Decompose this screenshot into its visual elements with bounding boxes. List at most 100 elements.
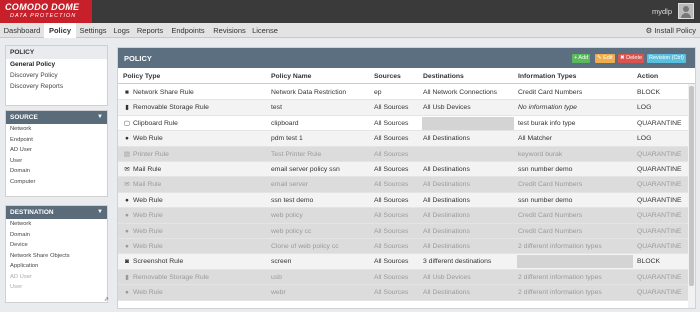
usb-icon: ▮ [125,104,129,112]
tab-license[interactable]: License [250,23,280,38]
sidebar-item-policy-discovery-reports[interactable]: Discovery Reports [6,81,107,92]
sidebar-item-source-network[interactable]: Network [6,124,107,135]
clipboard-icon: ▢ [123,119,131,127]
table-row[interactable]: ● Web Rule Clone of web policy cc All Sourc… [118,239,688,255]
avatar[interactable] [678,3,694,19]
policy-name-cell: webr [271,289,286,297]
policy-type-cell: ▤ Printer Rule [123,147,269,162]
information-types-cell: 2 different information types [518,289,602,297]
sidebar-item-policy-general-policy[interactable]: General Policy [6,59,107,70]
policy-type-text: Web Rule [133,289,163,297]
table-row[interactable]: ● Web Rule pdm test 1 All Sources All Destin… [118,131,688,147]
brand-tagline: DATA PROTECTION [10,13,77,19]
table-row[interactable]: ✉ Mail Rule email server policy ssn All Sou… [118,162,688,178]
tab-revisions[interactable]: Revisions [209,23,250,38]
mail-icon: ✉ [124,166,130,173]
table-row[interactable]: ▤ Printer Rule Test Printer Rule All Source… [118,146,688,162]
table-row[interactable]: ✉ Mail Rule email server All Sources All Des… [118,177,688,193]
sidebar-item-policy-discovery-policy[interactable]: Discovery Policy [6,70,107,81]
policy-type-text: Web Rule [133,135,163,143]
sources-cell: All Sources [374,104,409,112]
sidebar-item-destination-application[interactable]: Application [6,261,107,272]
policy-name-cell: email server policy ssn [271,166,340,173]
revision-button[interactable]: Revision (Ctrl) [647,54,686,63]
tab-dashboard[interactable]: Dashboard [0,23,44,38]
policy-type-cell: ● Web Rule [123,208,269,223]
sidebar-item-source-computer[interactable]: Computer [6,177,107,188]
sidebar-item-destination-ad-user[interactable]: AD User [6,272,107,283]
top-bar: COMODO DOME DATA PROTECTION mydlp [0,0,700,23]
tab-reports[interactable]: Reports [133,23,167,38]
policy-name-cell: Test Printer Rule [271,150,322,158]
policy-type-text: Web Rule [133,243,163,250]
destinations-cell-empty [422,116,514,130]
destinations-cell: All Network Connections [423,89,498,96]
column-header-destinations[interactable]: Destinations [423,73,464,80]
sources-cell: All Sources [374,150,409,158]
gear-icon: ⚙ [645,26,653,35]
sidebar-item-source-domain[interactable]: Domain [6,166,107,177]
globe-icon: ● [125,212,129,220]
action-cell: QUARANTINE [637,289,682,297]
sidebar-item-destination-device[interactable]: Device [6,240,107,251]
install-policy-button[interactable]: ⚙ Install Policy [646,23,696,38]
policy-type-cell: ● Web Rule [123,224,269,239]
table-row[interactable]: ● Web Rule webr All Sources All Destinations… [118,285,688,301]
table-row[interactable]: ● Web Rule web policy cc All Sources All Des… [118,223,688,239]
table-row[interactable]: ◙ Screenshot Rule screen All Sources 3 diffe… [118,254,688,270]
sidebar-item-source-endpoint[interactable]: Endpoint [6,135,107,146]
mail-icon: ✉ [124,181,130,189]
source-panel-header[interactable]: SOURCE ▼ [6,111,107,124]
destinations-cell: All Destinations [423,243,470,250]
table-row[interactable]: ● Web Rule ssn test demo All Sources All Des… [118,192,688,209]
policy-type-text: Removable Storage Rule [133,273,209,281]
policy-table-panel: POLICY + Add ✎ Edit ✖ Delete Revision (C… [117,47,696,309]
tab-policy[interactable]: Policy [44,23,76,38]
brand-logo[interactable]: COMODO DOME DATA PROTECTION [0,0,92,23]
sidebar-item-destination-user[interactable]: User [6,282,107,293]
policy-type-cell: ▮ Removable Storage Rule [123,100,269,115]
tab-logs[interactable]: Logs [110,23,133,38]
sources-cell: All Sources [374,212,409,220]
chevron-down-icon[interactable]: ▼ [97,111,103,124]
action-cell: QUARANTINE [637,119,682,127]
resize-handle-icon[interactable]: ⇗ [104,296,109,303]
column-header-action[interactable]: Action [637,73,658,80]
sidebar-item-destination-network[interactable]: Network [6,219,107,230]
usb-icon: ▮ [125,273,129,281]
user-name[interactable]: mydlp [652,7,672,16]
edit-button[interactable]: ✎ Edit [595,54,615,63]
table-row[interactable]: ▮ Removable Storage Rule test All Sources Al… [118,100,688,116]
sources-cell: All Sources [374,273,409,281]
column-header-policy-type[interactable]: Policy Type [123,73,160,80]
table-row[interactable]: ● Web Rule web policy All Sources All Destin… [118,208,688,224]
destination-panel-header[interactable]: DESTINATION ▼ [6,206,107,219]
tab-endpoints[interactable]: Endpoints [167,23,209,38]
sidebar-item-destination-domain[interactable]: Domain [6,230,107,241]
information-types-cell: Credit Card Numbers [518,181,583,189]
table-row[interactable]: ▢ Clipboard Rule clipboard All Sources test … [118,115,688,132]
sidebar-item-source-ad-user[interactable]: AD User [6,145,107,156]
tab-settings[interactable]: Settings [76,23,110,38]
sidebar-item-destination-network-share-objects[interactable]: Network Share Objects [6,251,107,262]
sidebar-item-source-user[interactable]: User [6,156,107,167]
column-header-information-types[interactable]: Information Types [518,73,576,80]
policy-type-text: Removable Storage Rule [133,104,209,112]
action-cell: QUARANTINE [637,273,682,281]
column-header-sources[interactable]: Sources [374,73,401,80]
column-header-policy-name[interactable]: Policy Name [271,73,311,80]
scrollbar-thumb[interactable] [689,86,694,286]
action-cell: QUARANTINE [637,212,682,220]
table-row[interactable]: ▮ Removable Storage Rule usb All Sources All… [118,269,688,286]
action-cell: BLOCK [637,258,661,266]
destinations-cell [423,147,517,162]
table-row[interactable]: ■ Network Share Rule Network Data Restrict… [118,85,688,101]
delete-button[interactable]: ✖ Delete [618,54,645,63]
information-types-cell-empty [517,255,633,269]
destinations-cell: All Destinations [423,181,470,189]
chevron-down-icon[interactable]: ▼ [97,206,103,219]
destinations-cell: All Usb Devices [423,104,471,112]
information-types-cell: Credit Card Numbers [518,227,583,235]
add-button[interactable]: + Add [572,54,591,63]
policy-name-cell: screen [271,258,292,266]
